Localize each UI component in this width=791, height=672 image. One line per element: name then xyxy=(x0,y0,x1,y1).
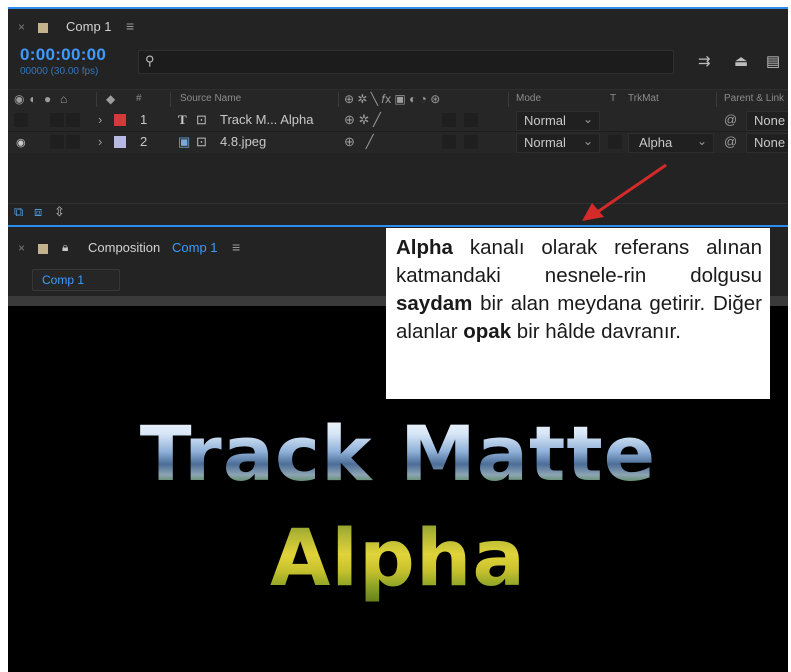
parent-select[interactable]: None xyxy=(746,133,788,153)
t-column-header[interactable]: T xyxy=(610,93,616,104)
column-divider xyxy=(338,92,339,107)
parent-value: None xyxy=(754,113,786,128)
video-switch-icon[interactable]: ◉ xyxy=(14,92,24,106)
parent-link-column-header[interactable]: Parent & Link xyxy=(724,93,784,104)
image-file-icon: ▣ xyxy=(178,134,191,149)
switch-box[interactable] xyxy=(464,113,478,127)
switch-box[interactable] xyxy=(464,135,478,149)
eye-icon[interactable]: ◉ xyxy=(16,136,26,149)
in-out-pane-icon[interactable]: ⇳ xyxy=(54,204,65,220)
column-divider xyxy=(96,92,97,107)
annotation-bold-term: opak xyxy=(463,320,512,343)
comp-flowchart-icon[interactable]: ⇉ xyxy=(698,52,711,70)
layer-row[interactable]: › 1 T ⊡ Track M... Alpha ⊕ ✲ ╱ Normal ⌄ @… xyxy=(8,110,788,132)
solo-switch-icon[interactable]: ● xyxy=(44,92,51,106)
parent-value: None xyxy=(754,135,786,150)
layer-index: 1 xyxy=(140,112,148,127)
layer-row[interactable]: ◉ › 2 ▣ ⊡ 4.8.jpeg ⊕ ╱ Normal ⌄ Alpha ⌄ @ … xyxy=(8,132,788,154)
expand-chevron-icon[interactable]: › xyxy=(98,134,102,149)
layer-switches-icons[interactable]: ⊕ ✲ ╲ 𝑓x ▣ ◐ ◔ ⊛ xyxy=(344,92,440,107)
track-matte-value: Alpha xyxy=(639,135,673,150)
search-icon: ⚲ xyxy=(145,53,155,68)
comp-label-swatch xyxy=(38,23,48,33)
parent-select[interactable]: None xyxy=(746,111,788,131)
pick-whip-icon[interactable]: @ xyxy=(724,134,737,149)
trkmat-column-header[interactable]: TrkMat xyxy=(628,93,659,104)
blend-mode-value: Normal xyxy=(524,113,566,128)
timeline-column-header: ◉ ◖ ● ⌂ ◆ # Source Name ⊕ ✲ ╲ 𝑓x ▣ ◐ ◔ ⊛… xyxy=(8,89,788,111)
comp-navigator-button[interactable]: Comp 1 xyxy=(32,269,120,291)
video-toggle[interactable] xyxy=(14,113,28,127)
column-divider xyxy=(508,92,509,107)
layer-source-icon: ⊡ xyxy=(196,134,207,149)
frame-blending-icon[interactable]: ▤ xyxy=(766,52,780,70)
layer-label-color[interactable] xyxy=(114,136,126,148)
chevron-down-icon: ⌄ xyxy=(696,134,707,148)
close-icon[interactable]: × xyxy=(18,241,25,255)
panel-menu-icon[interactable]: ≡ xyxy=(126,18,134,34)
preview-text-line-1: Track Matte xyxy=(8,409,788,498)
timeline-tab-bar: × Comp 1 ≡ xyxy=(8,10,788,40)
annotation-text: bir hâlde davranır. xyxy=(511,320,681,343)
blend-mode-select[interactable]: Normal ⌄ xyxy=(516,111,600,131)
layer-name[interactable]: Track M... Alpha xyxy=(220,112,313,127)
comp-navigator-label: Comp 1 xyxy=(42,273,85,287)
switch-box[interactable] xyxy=(442,135,456,149)
source-name-column-header[interactable]: Source Name xyxy=(180,93,241,104)
lock-icon[interactable]: 🔒︎ xyxy=(62,240,68,255)
mode-column-header[interactable]: Mode xyxy=(516,93,541,104)
comp-label-swatch xyxy=(38,244,48,254)
chevron-down-icon: ⌄ xyxy=(582,112,593,126)
annotation-bold-term: saydam xyxy=(396,292,473,315)
composition-panel-label: Composition xyxy=(88,240,161,255)
preserve-transparency-toggle[interactable] xyxy=(608,135,622,149)
shy-layers-icon[interactable]: ⏏ xyxy=(734,52,748,70)
lock-toggle[interactable] xyxy=(66,135,80,149)
annotation-bold-term: Alpha xyxy=(396,236,453,259)
column-divider xyxy=(170,92,171,107)
pick-whip-icon[interactable]: @ xyxy=(724,112,737,127)
switch-box[interactable] xyxy=(442,113,456,127)
track-matte-select[interactable]: Alpha ⌄ xyxy=(628,133,714,153)
timeline-tab-title[interactable]: Comp 1 xyxy=(66,19,112,34)
solo-toggle[interactable] xyxy=(50,135,64,149)
column-divider xyxy=(716,92,717,107)
layer-label-color[interactable] xyxy=(114,114,126,126)
layer-index: 2 xyxy=(140,134,148,149)
solo-toggle[interactable] xyxy=(50,113,64,127)
preview-text-line-2: Alpha xyxy=(8,514,788,604)
blend-mode-select[interactable]: Normal ⌄ xyxy=(516,133,600,153)
transfer-controls-pane-icon[interactable]: ⧈ xyxy=(34,204,42,220)
expand-chevron-icon[interactable]: › xyxy=(98,112,102,127)
panel-focus-line xyxy=(8,7,788,9)
lock-switch-icon[interactable]: ⌂ xyxy=(60,92,67,106)
audio-switch-icon[interactable]: ◖ xyxy=(28,92,35,106)
composition-name[interactable]: Comp 1 xyxy=(172,240,218,255)
layer-name[interactable]: 4.8.jpeg xyxy=(220,134,266,149)
chevron-down-icon: ⌄ xyxy=(582,134,593,148)
annotation-callout: Alpha kanalı olarak referans alınan katm… xyxy=(386,228,770,399)
blend-mode-value: Normal xyxy=(524,135,566,150)
index-column-header[interactable]: # xyxy=(136,93,142,104)
text-layer-icon: T xyxy=(178,112,187,127)
panel-menu-icon[interactable]: ≡ xyxy=(232,239,240,255)
layer-switches[interactable]: ⊕ ✲ ╱ xyxy=(344,112,381,128)
layer-search-input[interactable]: ⚲ xyxy=(138,50,674,74)
label-column-icon[interactable]: ◆ xyxy=(106,92,115,106)
frame-rate-readout: 00000 (30.00 fps) xyxy=(20,66,99,77)
lock-toggle[interactable] xyxy=(66,113,80,127)
close-icon[interactable]: × xyxy=(18,20,25,34)
annotation-arrow xyxy=(582,163,667,221)
layer-switches-pane-icon[interactable]: ⧉ xyxy=(14,204,23,220)
layer-switches[interactable]: ⊕ ╱ xyxy=(344,134,374,150)
current-time-display[interactable]: 0:00:00:00 xyxy=(20,45,106,65)
track-matte-visibility-icon[interactable]: ⊡ xyxy=(196,112,207,128)
